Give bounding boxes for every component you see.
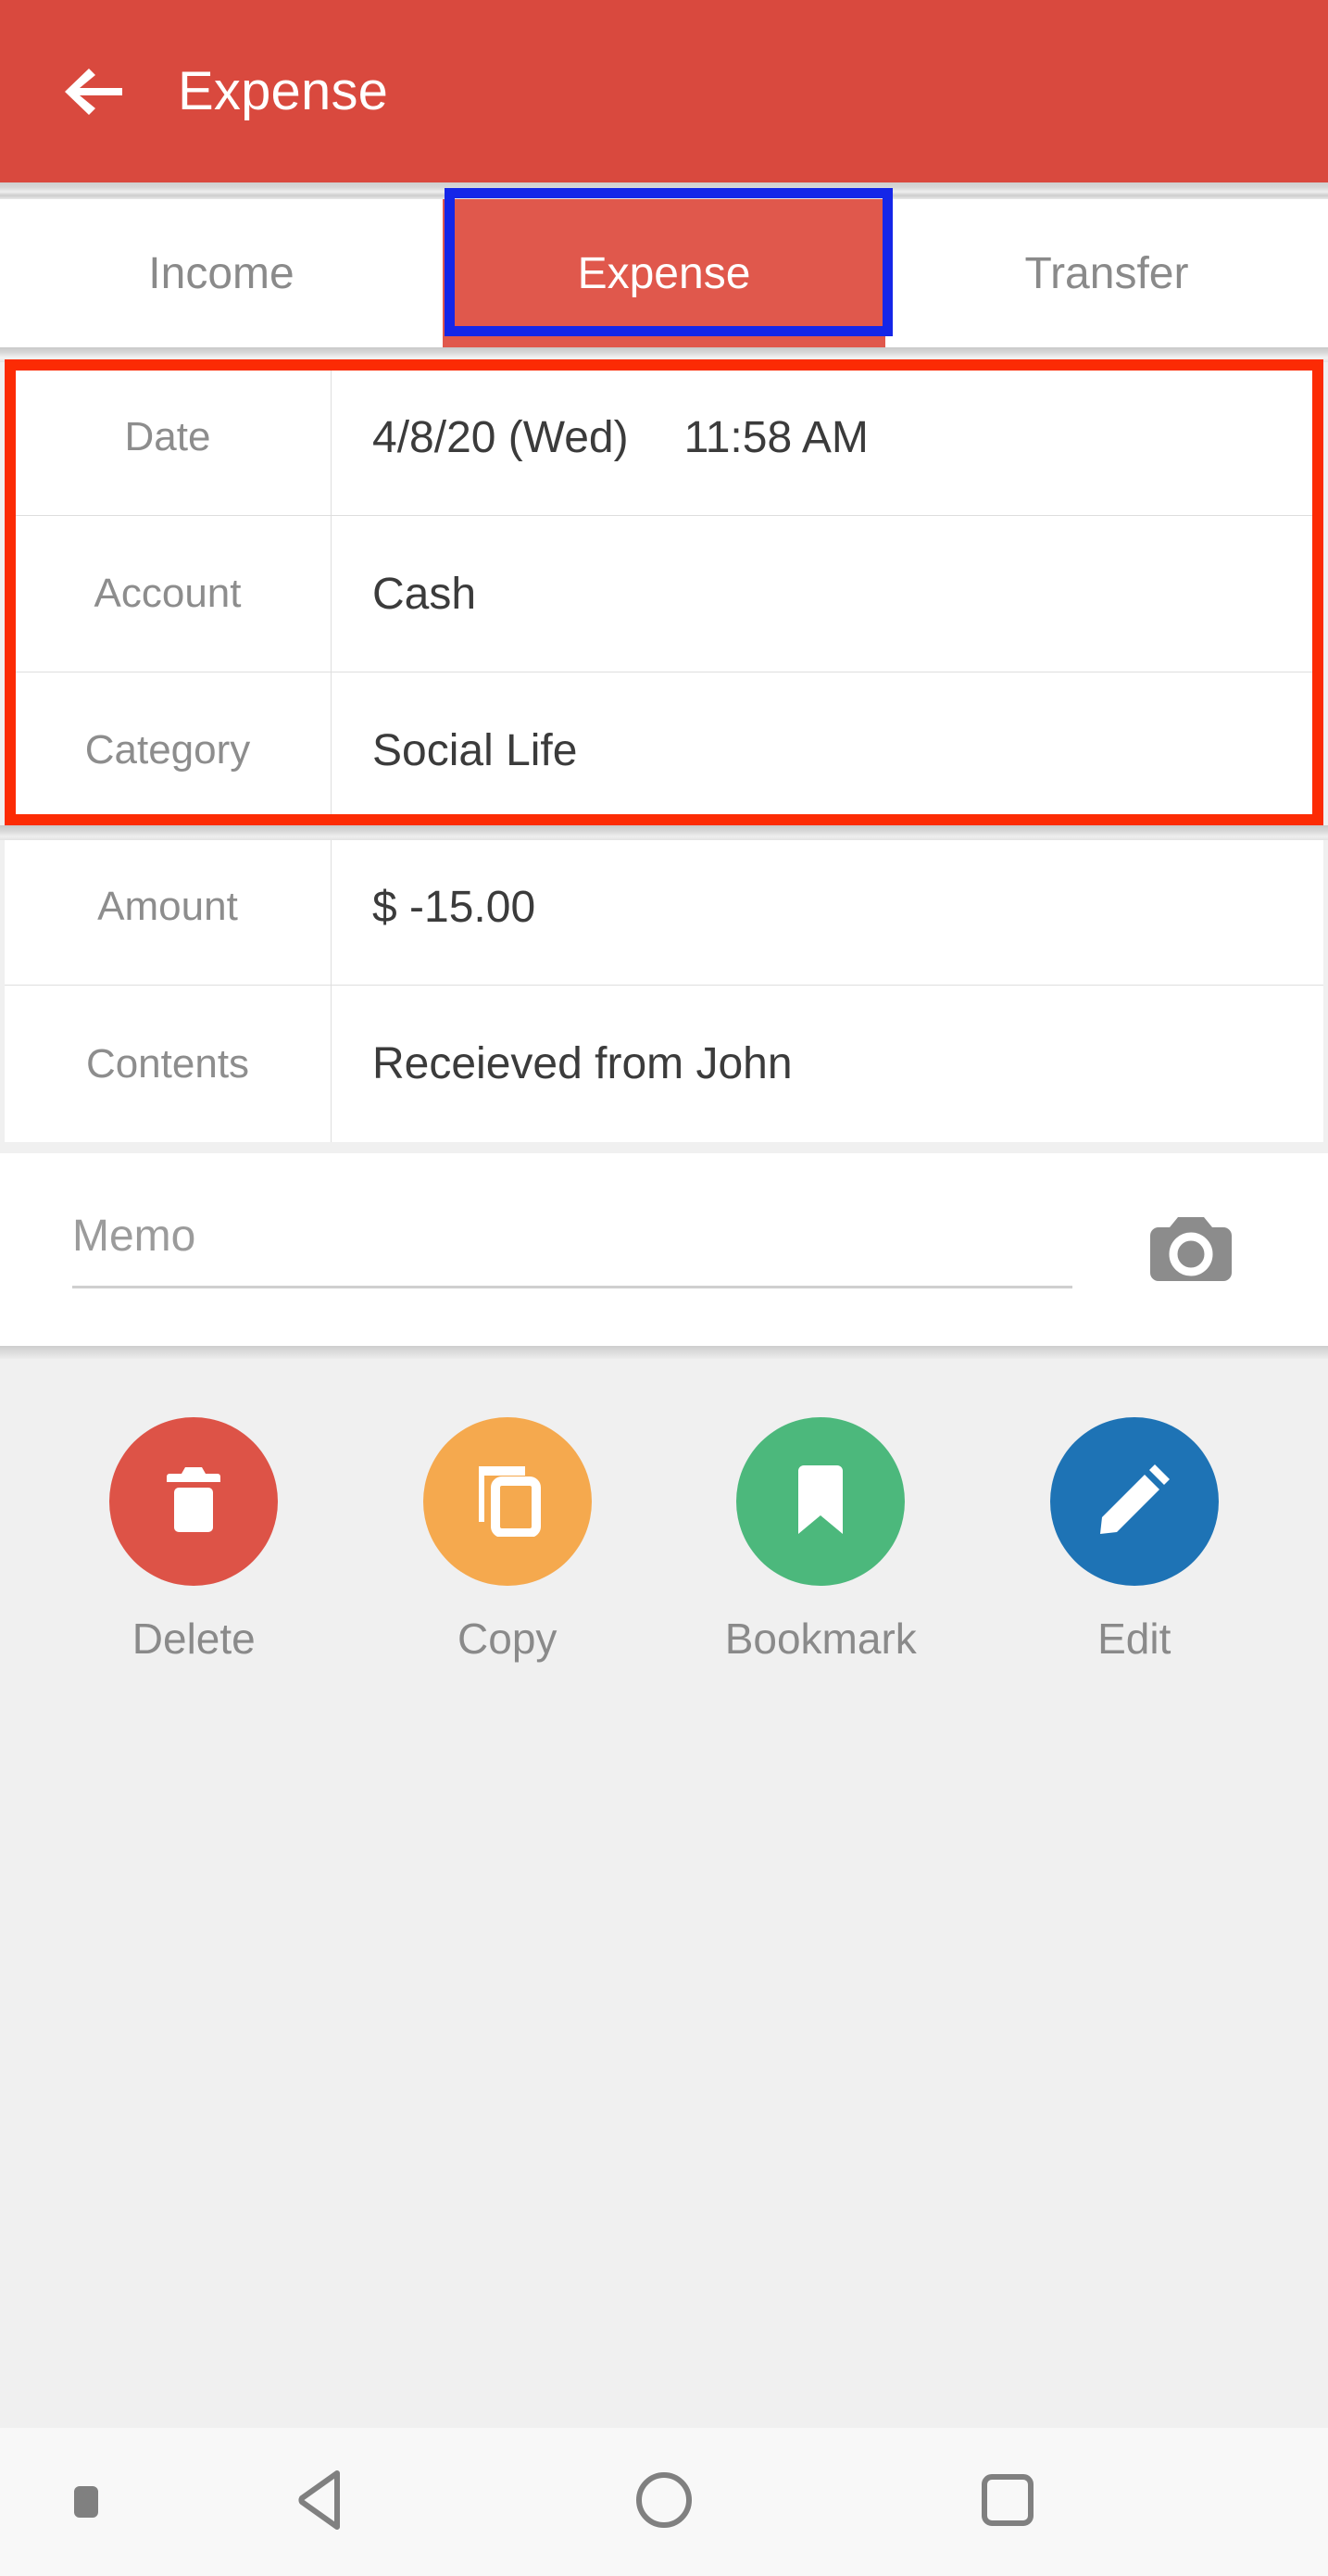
bookmark-icon xyxy=(793,1463,848,1541)
page-title: Expense xyxy=(178,61,389,121)
edit-label: Edit xyxy=(1097,1615,1171,1663)
system-navigation-bar xyxy=(0,2428,1328,2576)
camera-button[interactable] xyxy=(1146,1213,1235,1287)
detail-label-date: Date xyxy=(5,359,332,515)
action-bookmark[interactable]: Bookmark xyxy=(664,1417,978,1664)
detail-row-account[interactable]: Account Cash xyxy=(5,516,1323,672)
edit-button[interactable] xyxy=(1049,1417,1219,1586)
pencil-icon xyxy=(1098,1464,1171,1540)
nav-back-button[interactable] xyxy=(148,2469,492,2535)
memo-placeholder: Memo xyxy=(72,1212,196,1261)
tab-expense-label: Expense xyxy=(577,248,751,298)
nav-recents-button[interactable] xyxy=(836,2473,1180,2532)
nav-home-circle-icon xyxy=(635,2471,693,2533)
detail-row-category[interactable]: Category Social Life xyxy=(5,672,1323,829)
delete-label: Delete xyxy=(132,1615,256,1663)
bookmark-button[interactable] xyxy=(736,1417,906,1586)
detail-value-category: Social Life xyxy=(372,725,578,775)
back-button[interactable] xyxy=(46,45,139,138)
detail-value-amount: $ -15.00 xyxy=(372,882,536,932)
memo-section: Memo xyxy=(0,1153,1328,1346)
nav-back-triangle-icon xyxy=(293,2469,348,2535)
detail-value-account: Cash xyxy=(372,569,477,619)
detail-row-contents[interactable]: Contents Receieved from John xyxy=(5,986,1323,1142)
indicator-dot-icon xyxy=(74,2486,98,2518)
memo-input[interactable]: Memo xyxy=(72,1211,1072,1288)
action-delete[interactable]: Delete xyxy=(37,1417,351,1664)
appbar-divider xyxy=(0,182,1328,199)
camera-icon xyxy=(1150,1213,1232,1287)
table-divider xyxy=(0,825,1328,840)
detail-value-time-text: 11:58 AM xyxy=(683,412,869,462)
trash-icon xyxy=(162,1464,225,1540)
action-copy[interactable]: Copy xyxy=(351,1417,665,1664)
action-edit[interactable]: Edit xyxy=(978,1417,1292,1664)
detail-value-date: 4/8/20 (Wed) 11:58 AM xyxy=(332,359,1323,515)
detail-label-amount: Amount xyxy=(5,829,332,985)
bookmark-label: Bookmark xyxy=(724,1615,917,1663)
detail-value-contents: Receieved from John xyxy=(372,1039,793,1088)
detail-label-contents: Contents xyxy=(5,986,332,1142)
tab-expense[interactable]: Expense xyxy=(443,199,885,347)
delete-button[interactable] xyxy=(109,1417,279,1586)
transaction-detail-table: Date 4/8/20 (Wed) 11:58 AM Account Cash … xyxy=(5,359,1323,1142)
detail-label-account: Account xyxy=(5,516,332,672)
app-bar: Expense xyxy=(0,0,1328,182)
tab-transfer[interactable]: Transfer xyxy=(885,199,1328,347)
tab-transfer-label: Transfer xyxy=(1024,248,1189,298)
copy-button[interactable] xyxy=(422,1417,592,1586)
tab-income-label: Income xyxy=(148,248,294,298)
action-button-row: Delete Copy Bookmark Edit xyxy=(0,1417,1328,1664)
nav-recents-square-icon xyxy=(981,2473,1034,2532)
tab-income[interactable]: Income xyxy=(0,199,443,347)
nav-home-button[interactable] xyxy=(492,2471,835,2533)
arrow-left-icon xyxy=(61,65,124,119)
copy-icon xyxy=(473,1463,542,1541)
copy-label: Copy xyxy=(457,1615,558,1663)
detail-label-category: Category xyxy=(5,672,332,828)
detail-row-date[interactable]: Date 4/8/20 (Wed) 11:58 AM xyxy=(5,359,1323,516)
tab-bar: Income Expense Transfer xyxy=(0,199,1328,347)
memo-divider xyxy=(0,1346,1328,1359)
detail-row-amount[interactable]: Amount $ -15.00 xyxy=(5,829,1323,986)
detail-value-date-text: 4/8/20 (Wed) xyxy=(372,412,629,462)
app-screen: Expense Income Expense Transfer Date 4/8… xyxy=(0,0,1328,2576)
